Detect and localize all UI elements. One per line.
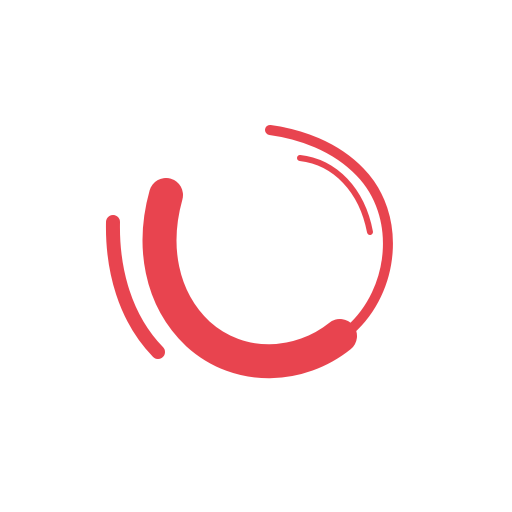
swirl-logo-icon: [105, 125, 393, 379]
app-icon-canvas: [0, 0, 512, 512]
logo-strokes: [105, 125, 393, 379]
main-brush-thick: [142, 178, 357, 379]
